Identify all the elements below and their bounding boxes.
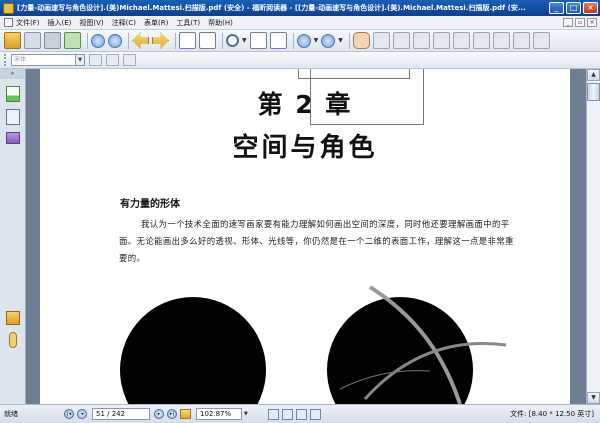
paperclip-icon[interactable]	[8, 332, 17, 348]
page-layout-icon[interactable]	[179, 32, 196, 49]
rotate-page-icon[interactable]	[199, 32, 216, 49]
continuous-view-icon[interactable]	[282, 408, 293, 420]
secondary-toolbar: 宋体 ▼	[0, 52, 600, 69]
zoom-level-icon[interactable]	[180, 409, 191, 419]
open-folder-icon[interactable]	[4, 32, 21, 49]
speaker-stop-icon[interactable]	[106, 54, 119, 66]
bookmarks-icon[interactable]	[5, 86, 20, 102]
menu-tools[interactable]: 工具(T)	[176, 18, 200, 28]
minimize-button[interactable]: _	[549, 2, 564, 14]
maximize-button[interactable]: □	[566, 2, 581, 14]
fit-page-icon[interactable]	[249, 32, 267, 49]
hand-tool-icon[interactable]	[352, 32, 370, 49]
chapter-number: 第 2 章	[257, 90, 353, 119]
highlight-icon[interactable]	[452, 32, 470, 49]
stamp-icon[interactable]	[512, 32, 530, 49]
status-bar: 就绪 |◂ ◂ 51 / 242 ▸ ▸| 102.87% ▼ 文件: [8.4…	[0, 404, 600, 423]
speaker-icon[interactable]	[89, 54, 102, 66]
pdf-page: 第 2 章 空间与角色 有力量的形体 我认为一个技术全面的速写画家要有能力理解如…	[40, 69, 570, 404]
snapshot-icon[interactable]	[412, 32, 430, 49]
menu-comment[interactable]: 注释(C)	[112, 18, 136, 28]
toolbar-separator	[348, 32, 350, 49]
print-icon[interactable]	[44, 32, 61, 49]
doc-close-button[interactable]: ×	[587, 18, 597, 27]
zoom-out-dropdown-icon[interactable]: ▼	[314, 37, 319, 44]
pencil-icon[interactable]	[492, 32, 510, 49]
doc-restore-button[interactable]: ▫	[575, 18, 585, 27]
font-combo[interactable]: 宋体 ▼	[11, 54, 85, 66]
find-icon[interactable]	[123, 54, 136, 66]
toolbar-separator	[87, 32, 88, 49]
email-icon[interactable]	[64, 32, 81, 49]
app-icon	[3, 2, 14, 14]
document-area[interactable]: 第 2 章 空间与角色 有力量的形体 我认为一个技术全面的速写画家要有能力理解如…	[26, 69, 586, 404]
select-tool-icon[interactable]	[392, 32, 410, 49]
note-icon[interactable]	[472, 32, 490, 49]
zoom-in-dropdown-icon[interactable]: ▼	[338, 37, 343, 44]
nav-panel-spacer	[0, 144, 25, 304]
body-paragraph: 我认为一个技术全面的速写画家要有能力理解如何画出空间的深度，同时他还要理解画面中…	[119, 216, 515, 267]
scroll-up-icon[interactable]: ▲	[587, 69, 600, 81]
close-button[interactable]: ×	[583, 2, 598, 14]
zoom-dropdown-icon[interactable]: ▼	[242, 37, 247, 44]
menu-view[interactable]: 视图(V)	[79, 18, 103, 28]
last-page-icon[interactable]	[108, 33, 122, 48]
zoom-in-icon[interactable]	[321, 33, 336, 48]
status-ready-text: 就绪	[4, 410, 18, 418]
prev-page-button[interactable]: ◂	[77, 409, 87, 419]
section-heading: 有力量的形体	[120, 199, 180, 210]
typewriter-icon[interactable]	[432, 32, 450, 49]
page-number-field[interactable]: 51 / 242	[92, 408, 150, 420]
menu-form[interactable]: 表单(R)	[144, 18, 168, 28]
paragraph-text: 我认为一个技术全面的速写画家要有能力理解如何画出空间的深度，同时他还要理解画面中…	[119, 219, 514, 263]
first-page-icon[interactable]	[91, 33, 105, 48]
zoom-out-icon[interactable]	[296, 33, 311, 48]
toolbar-grip[interactable]	[4, 54, 8, 66]
document-window-controls: _ ▫ ×	[563, 18, 597, 27]
toolbar-separator	[128, 32, 129, 49]
single-page-view-icon[interactable]	[268, 408, 279, 420]
toolbar-separator	[175, 32, 176, 49]
pages-icon[interactable]	[5, 109, 20, 125]
menu-help[interactable]: 帮助(H)	[208, 18, 233, 28]
document-menu-icon[interactable]	[4, 18, 13, 27]
vertical-scrollbar[interactable]: ▲ ▼	[586, 69, 600, 404]
chevron-down-icon[interactable]: ▼	[75, 55, 84, 65]
fit-width-icon[interactable]	[269, 32, 287, 49]
scroll-down-icon[interactable]: ▼	[587, 392, 600, 404]
attachments-icon[interactable]	[5, 311, 20, 325]
continuous-facing-view-icon[interactable]	[310, 408, 321, 420]
first-page-button[interactable]: |◂	[64, 409, 74, 419]
menu-file[interactable]: 文件(F)	[16, 18, 40, 28]
page-size-text: 文件: [8.40 * 12.50 英寸]	[510, 410, 594, 418]
toolbar-separator	[292, 32, 294, 49]
zoom-dropdown-icon[interactable]: ▼	[244, 411, 252, 417]
next-page-button[interactable]: ▸	[154, 409, 164, 419]
window-title: [力量-动画速写与角色设计].(美)Michael.Mattesi.扫描版.pd…	[17, 4, 526, 12]
toolbar-separator	[222, 32, 223, 49]
last-page-button[interactable]: ▸|	[167, 409, 177, 419]
window-controls: _ □ ×	[549, 2, 598, 14]
doc-minimize-button[interactable]: _	[563, 18, 573, 27]
zoom-tool-icon[interactable]	[226, 34, 239, 47]
scroll-thumb[interactable]	[587, 83, 600, 101]
back-arrow-icon[interactable]	[132, 32, 149, 49]
sphere-illustration-left	[120, 297, 266, 404]
sketch-lines	[339, 285, 507, 404]
chapter-title: 空间与角色	[232, 133, 378, 163]
main-toolbar: ▼ ▼ ▼	[0, 30, 600, 52]
select-text-icon[interactable]	[372, 32, 390, 49]
font-combo-value: 宋体	[14, 56, 27, 63]
expand-panel-icon[interactable]: »	[0, 69, 25, 79]
comment-icon[interactable]	[532, 32, 550, 49]
save-icon[interactable]	[24, 32, 41, 49]
layers-icon[interactable]	[5, 132, 20, 144]
facing-view-icon[interactable]	[296, 408, 307, 420]
menu-insert[interactable]: 插入(E)	[48, 18, 72, 28]
forward-arrow-icon[interactable]	[152, 32, 169, 49]
zoom-field[interactable]: 102.87%	[196, 408, 242, 420]
title-bar: [力量-动画速写与角色设计].(美)Michael.Mattesi.扫描版.pd…	[0, 0, 600, 16]
left-nav-panel: »	[0, 69, 26, 404]
menu-bar: 文件(F) 插入(E) 视图(V) 注释(C) 表单(R) 工具(T) 帮助(H…	[0, 16, 600, 30]
